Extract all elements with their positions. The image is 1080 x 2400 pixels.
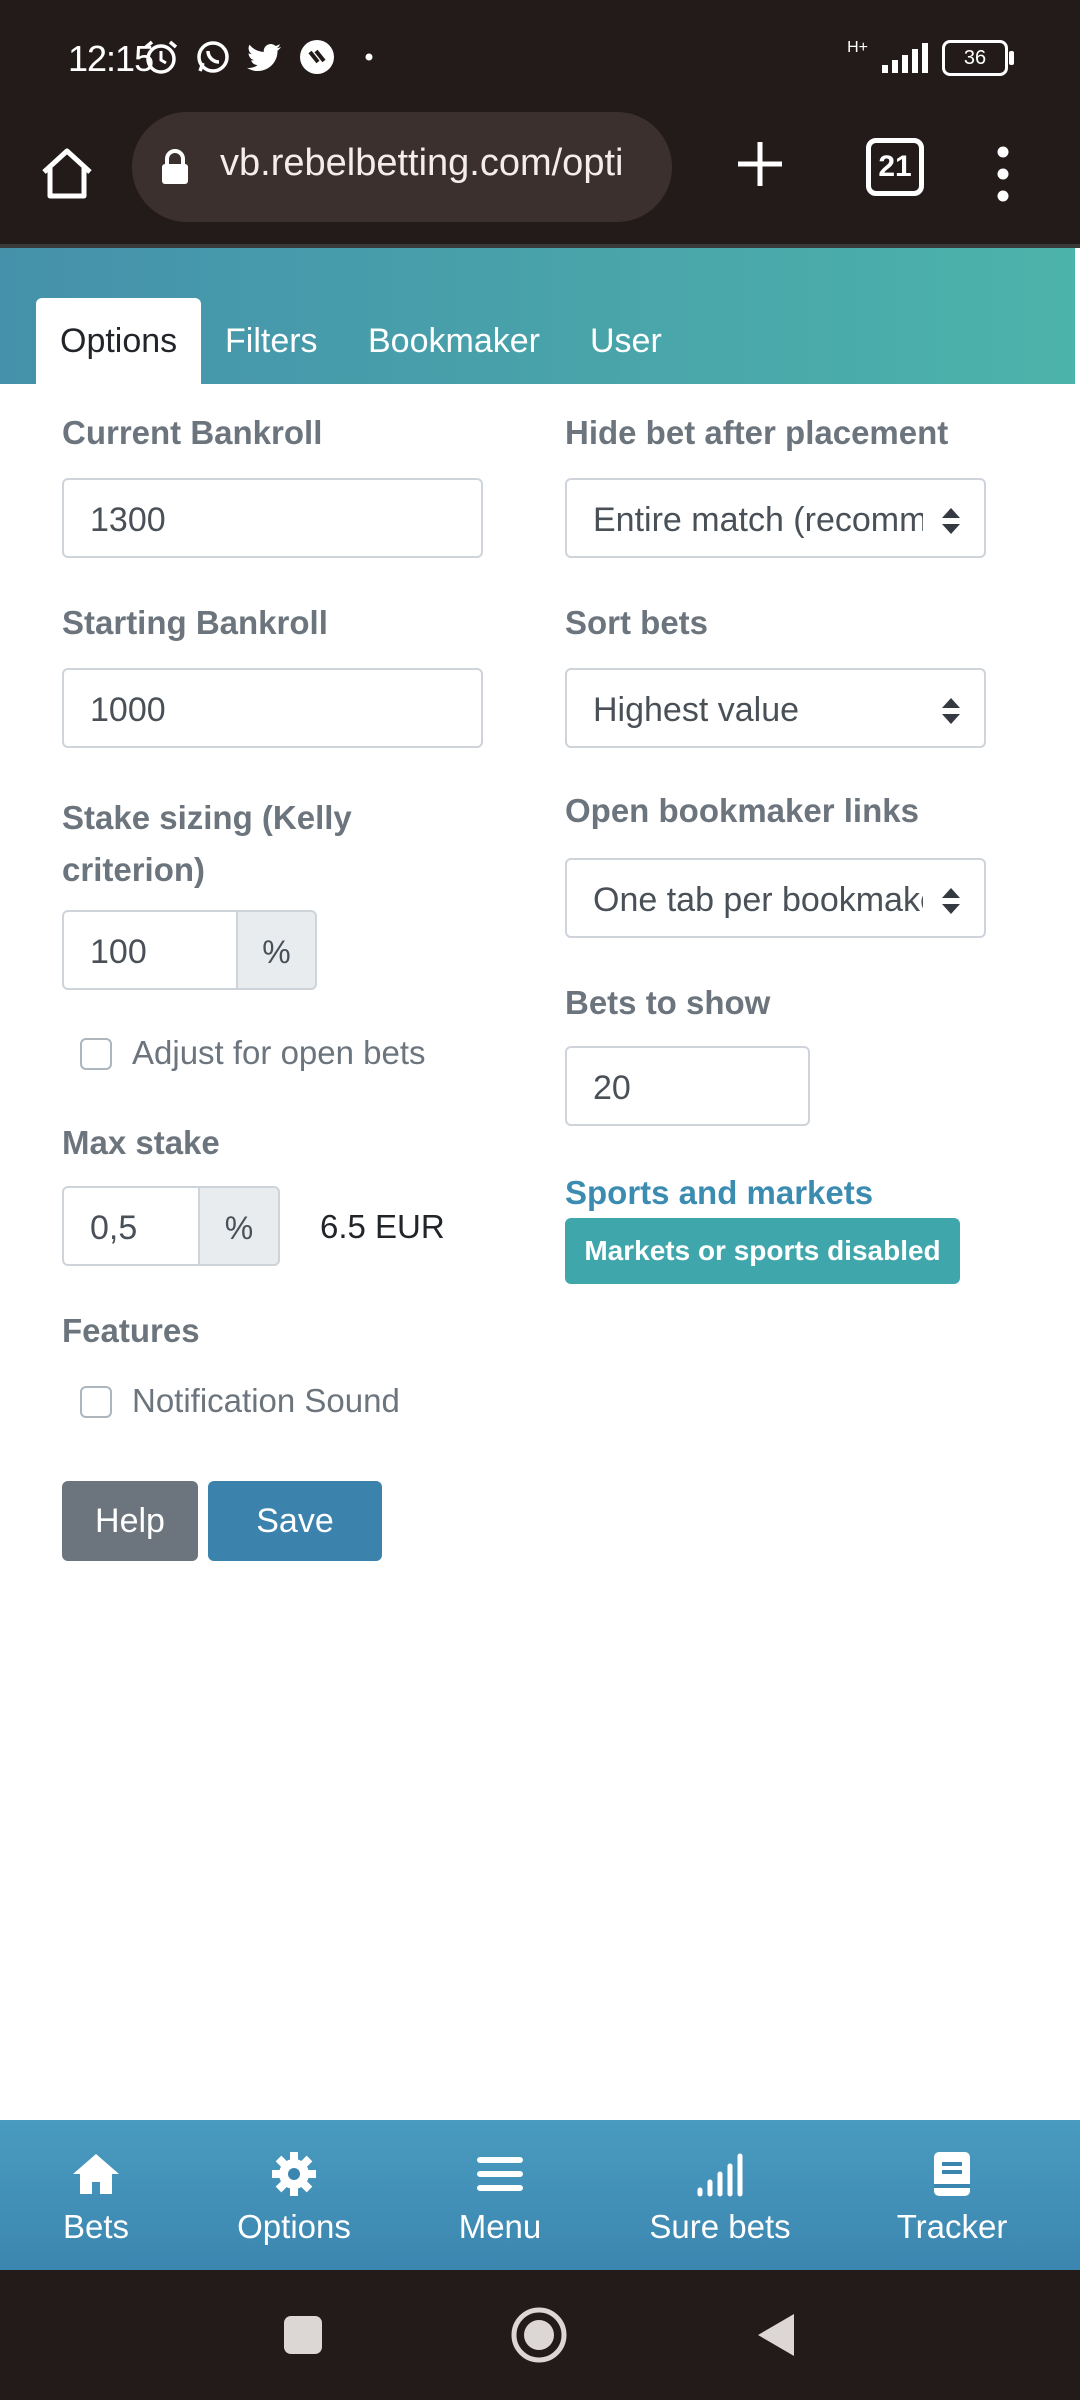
- twitter-icon: [246, 38, 284, 76]
- select-caret-icon: [942, 508, 960, 534]
- status-bar: 12:15 H+ 36: [0, 0, 1080, 112]
- lock-icon: [160, 148, 190, 186]
- network-type: H+: [847, 39, 868, 56]
- more-options-icon[interactable]: [994, 144, 1012, 204]
- bets-to-show-label: Bets to show: [565, 984, 771, 1021]
- status-time: 12:15: [68, 38, 154, 79]
- whatsapp-icon: [194, 38, 232, 76]
- max-stake-amount: 6.5 EUR: [320, 1208, 445, 1245]
- stake-sizing-label: Stake sizing (Kelly criterion): [62, 799, 352, 888]
- bets-to-show-input[interactable]: 20: [565, 1046, 810, 1126]
- url-text: vb.rebelbetting.com/opti: [220, 142, 624, 184]
- max-stake-label: Max stake: [62, 1124, 220, 1161]
- help-button[interactable]: Help: [62, 1481, 198, 1561]
- alarm-icon: [142, 38, 180, 76]
- status-right: H+ 36: [847, 39, 1014, 76]
- tab-bookmaker[interactable]: Bookmaker: [344, 298, 564, 384]
- tab-user[interactable]: User: [566, 298, 686, 384]
- hide-bet-value: Entire match (recommended): [593, 501, 923, 539]
- sort-bets-label: Sort bets: [565, 604, 709, 641]
- tab-switcher-button[interactable]: 21: [866, 138, 924, 196]
- address-bar[interactable]: vb.rebelbetting.com/opti: [132, 112, 672, 222]
- browser-toolbar: vb.rebelbetting.com/opti 21: [0, 112, 1080, 244]
- adjust-open-bets-checkbox[interactable]: [80, 1038, 112, 1070]
- max-stake-percent-addon: %: [198, 1186, 280, 1266]
- save-button[interactable]: Save: [208, 1481, 382, 1561]
- sort-bets-value: Highest value: [593, 691, 800, 729]
- stake-sizing-input[interactable]: 100: [62, 910, 238, 990]
- starting-bankroll-input[interactable]: 1000: [62, 668, 483, 748]
- hide-bet-select[interactable]: Entire match (recommended): [565, 478, 986, 558]
- starting-bankroll-label: Starting Bankroll: [62, 604, 328, 641]
- adjust-open-bets-label[interactable]: Adjust for open bets: [132, 1034, 426, 1072]
- home-nav-icon[interactable]: [510, 2306, 568, 2364]
- open-links-select[interactable]: One tab per bookmaker: [565, 858, 986, 938]
- nav-sure-bets[interactable]: Sure bets: [630, 2148, 810, 2246]
- select-caret-icon: [942, 698, 960, 724]
- nav-options-label: Options: [237, 2208, 351, 2245]
- notification-icons: [142, 38, 388, 76]
- nav-options[interactable]: Options: [204, 2148, 384, 2246]
- nav-menu[interactable]: Menu: [410, 2148, 590, 2246]
- hide-bet-label: Hide bet after placement: [565, 414, 949, 451]
- options-tab-bar: Options Filters Bookmaker User: [0, 248, 1075, 384]
- gear-icon: [272, 2152, 316, 2196]
- current-bankroll-input[interactable]: 1300: [62, 478, 483, 558]
- recent-apps-icon[interactable]: [282, 2314, 324, 2356]
- markets-disabled-badge[interactable]: Markets or sports disabled: [565, 1218, 960, 1284]
- book-icon: [934, 2152, 970, 2196]
- battery-icon: 36: [942, 40, 1014, 76]
- open-links-value: One tab per bookmaker: [593, 881, 923, 919]
- system-navigation-bar: [0, 2270, 1080, 2400]
- app-notification-icon: [298, 38, 336, 76]
- nav-tracker-label: Tracker: [896, 2208, 1008, 2245]
- notification-sound-checkbox[interactable]: [80, 1386, 112, 1418]
- stake-sizing-percent-addon: %: [236, 910, 317, 990]
- sports-markets-link[interactable]: Sports and markets: [565, 1174, 873, 1212]
- home-icon[interactable]: [36, 142, 98, 204]
- nav-sure-bets-label: Sure bets: [649, 2208, 791, 2245]
- back-nav-icon[interactable]: [754, 2310, 798, 2360]
- tab-filters[interactable]: Filters: [201, 298, 342, 384]
- features-label: Features: [62, 1312, 200, 1349]
- home-icon: [73, 2154, 119, 2194]
- nav-bets[interactable]: Bets: [6, 2148, 186, 2246]
- nav-tracker[interactable]: Tracker: [862, 2148, 1042, 2246]
- more-notifications-dot: [350, 38, 388, 76]
- menu-icon: [477, 2157, 523, 2191]
- open-links-label: Open bookmaker links: [565, 792, 919, 829]
- new-tab-icon[interactable]: [730, 134, 790, 194]
- select-caret-icon: [942, 888, 960, 914]
- max-stake-input[interactable]: 0,5: [62, 1186, 200, 1266]
- current-bankroll-label: Current Bankroll: [62, 414, 323, 451]
- nav-bets-label: Bets: [62, 2208, 130, 2245]
- sort-bets-select[interactable]: Highest value: [565, 668, 986, 748]
- nav-menu-label: Menu: [458, 2208, 542, 2245]
- notification-sound-label[interactable]: Notification Sound: [132, 1382, 400, 1420]
- signal-bars-icon: [697, 2153, 743, 2197]
- tab-options[interactable]: Options: [36, 298, 202, 384]
- bottom-navigation: Bets Options Menu Sure bets Tracker: [0, 2120, 1080, 2270]
- signal-icon: [882, 43, 928, 73]
